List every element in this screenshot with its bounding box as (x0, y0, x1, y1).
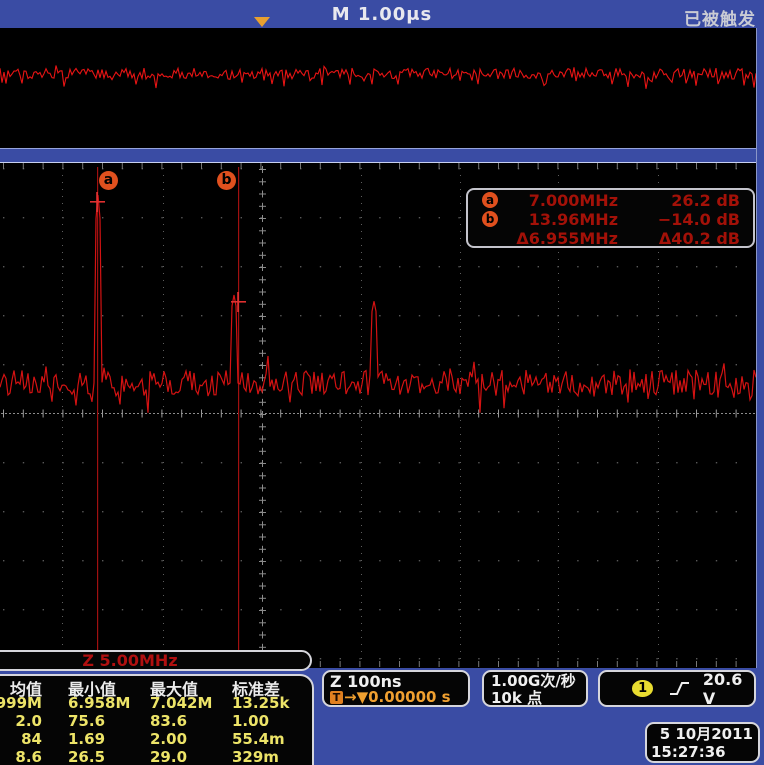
readout-row-a: a 7.000MHz 26.2 dB (468, 191, 753, 209)
meas-row0-col3: 13.25k (232, 694, 289, 712)
trigger-status-label: 已被触发 (684, 5, 756, 30)
main-timebase-label: M 1.00μs (0, 4, 764, 25)
record-length-label: 10k 点 (491, 690, 586, 707)
fft-zoom-scale-bar: Z 5.00MHz (0, 650, 312, 671)
rising-edge-icon (669, 680, 689, 697)
marker-b-icon: b (482, 211, 498, 227)
channel-1-badge: 1 (632, 680, 653, 697)
marker-b-badge[interactable]: b (217, 171, 236, 190)
trigger-arrow-icon: → (344, 690, 357, 705)
trigger-position-row: T→▼0.00000 s (330, 690, 468, 705)
expansion-point-icon (254, 17, 270, 27)
date-label: 5 10月2011 (647, 724, 758, 743)
meas-row3-mean: 8.6 (15, 748, 42, 765)
time-domain-trace (0, 28, 757, 148)
meas-row2-col2: 2.00 (150, 730, 187, 748)
meas-row3-col2: 29.0 (150, 748, 187, 765)
date-time-box: 5 10月2011 15:27:36 (645, 722, 760, 763)
meas-row0-col2: 7.042M (150, 694, 212, 712)
trigger-pointer-icon: ▼ (357, 690, 369, 705)
meas-row2-col3: 55.4m (232, 730, 285, 748)
meas-row2-col1: 1.69 (68, 730, 105, 748)
meas-row3-col1: 26.5 (68, 748, 105, 765)
measurement-table: 均值最小值最大值标准差999M6.958M7.042M13.25k2.075.6… (0, 674, 314, 765)
sample-rate-label: 1.00G次/秒 (491, 673, 586, 690)
zoom-timebase-box[interactable]: Z 100ns T→▼0.00000 s (322, 670, 470, 707)
readout-row-b: b 13.96MHz −14.0 dB (468, 210, 753, 228)
meas-row2-mean: 84 (21, 730, 42, 748)
trigger-position-value: 0.00000 s (368, 690, 450, 705)
screen-right-edge (756, 28, 764, 668)
marker-a-badge[interactable]: a (99, 171, 118, 190)
marker-a-frequency: 7.000MHz (498, 191, 618, 210)
oscilloscope-screen: M 1.00μs 已被触发 a b a 7.000MHz 26.2 dB b 1… (0, 0, 764, 765)
meas-row1-col3: 1.00 (232, 712, 269, 730)
meas-row1-mean: 2.0 (15, 712, 42, 730)
time-label: 15:27:36 (647, 743, 758, 761)
meas-row0-col1: 6.958M (68, 694, 130, 712)
meas-row0-mean: 999M (0, 694, 42, 712)
marker-b-frequency: 13.96MHz (498, 210, 618, 229)
delta-level: Δ40.2 dB (618, 229, 753, 248)
marker-b-level: −14.0 dB (618, 210, 753, 229)
trigger-level-value: 20.6 V (703, 670, 754, 708)
meas-row1-col1: 75.6 (68, 712, 105, 730)
trigger-t-icon: T (330, 691, 343, 704)
delta-frequency: Δ6.955MHz (498, 229, 618, 248)
trigger-box[interactable]: 1 20.6 V (598, 670, 756, 707)
meas-row1-col2: 83.6 (150, 712, 187, 730)
marker-a-level: 26.2 dB (618, 191, 753, 210)
acquisition-box[interactable]: 1.00G次/秒 10k 点 (482, 670, 588, 707)
window-divider (0, 148, 764, 163)
readout-row-delta: Δ6.955MHz Δ40.2 dB (468, 229, 753, 247)
cursor-readout-box: a 7.000MHz 26.2 dB b 13.96MHz −14.0 dB Δ… (466, 188, 755, 248)
marker-a-icon: a (482, 192, 498, 208)
meas-row3-col3: 329m (232, 748, 279, 765)
time-domain-window (0, 28, 757, 148)
